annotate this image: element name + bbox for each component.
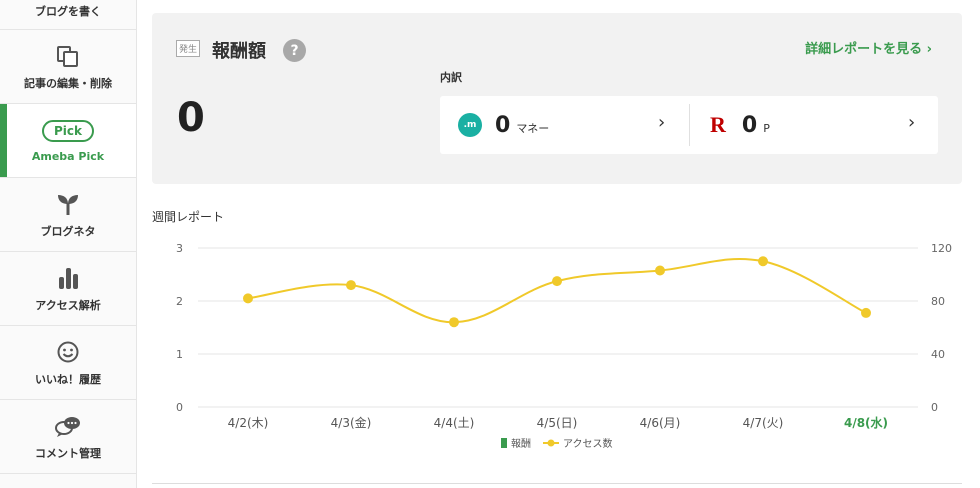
x-tick-label: 4/3(金) [331, 415, 372, 430]
sidebar-item-label: いいね！履歴 [35, 372, 101, 386]
sidebar-item-ameba-pick[interactable]: Pick Ameba Pick [0, 104, 136, 178]
sidebar-item-label: 記事の編集・削除 [24, 76, 112, 90]
y-left-tick-label: 0 [176, 401, 183, 414]
sprout-icon [55, 191, 81, 217]
y-right-tick-label: 40 [931, 348, 945, 361]
sidebar-item-label: コメント管理 [35, 446, 101, 460]
legend-label-reward: 報酬 [511, 438, 531, 450]
sidebar-item-label: ブログネタ [40, 224, 96, 238]
chevron-right-icon: › [908, 112, 916, 133]
weekly-chart: 0 1 2 3 0 40 80 120 4/2(木) 4/3(金) 4/4(土) 4/5(日) 4/6(… [176, 242, 952, 450]
legend-swatch-access-dot [547, 439, 555, 447]
breakdown-label: 内訳 [440, 71, 462, 84]
sidebar-item-label: Ameba Pick [31, 150, 105, 163]
weekly-report-title: 週間レポート [152, 210, 225, 224]
x-tick-label: 4/5(日) [537, 416, 578, 430]
legend-swatch-reward [501, 438, 507, 448]
data-point [655, 265, 665, 276]
help-icon[interactable]: ? [283, 39, 306, 62]
legend-label-access: アクセス数 [563, 437, 613, 450]
data-point [346, 280, 356, 291]
x-tick-label: 4/8(水) [844, 415, 888, 430]
status-badge: 発生 [176, 40, 201, 57]
data-point [758, 256, 768, 267]
x-tick-label: 4/4(土) [434, 416, 475, 430]
y-left-tick-label: 1 [176, 348, 183, 361]
chevron-right-icon: › [658, 112, 666, 133]
sidebar-item-like-history[interactable]: いいね！履歴 [0, 326, 136, 400]
y-right-tick-label: 80 [931, 295, 945, 308]
sidebar-item-comments[interactable]: コメント管理 [0, 400, 136, 474]
smiley-icon [56, 339, 80, 365]
divider [152, 483, 962, 484]
data-point [552, 276, 562, 287]
access-line [247, 257, 867, 324]
y-left-tick-label: 2 [176, 295, 183, 308]
x-tick-label: 4/6(月) [640, 416, 681, 430]
y-right-tick-label: 120 [931, 242, 952, 255]
breakdown-divider [689, 104, 690, 146]
sidebar-item-edit-articles[interactable]: 記事の編集・削除 [0, 30, 136, 104]
pick-pill: Pick [41, 120, 94, 142]
point-value: 0 [741, 112, 758, 138]
y-left-tick-label: 3 [176, 242, 183, 255]
bar-chart-icon [55, 265, 81, 291]
pick-icon: Pick [41, 118, 94, 144]
money-unit: マネー [516, 122, 550, 135]
sidebar-item-label: アクセス解析 [35, 298, 101, 312]
rakuten-icon: R [710, 112, 726, 137]
data-point [243, 293, 253, 304]
y-right-tick-label: 0 [931, 401, 938, 414]
money-value: 0 [495, 112, 511, 138]
sidebar-nav: ブログを書く 記事の編集・削除 Pick Ameba Pick ブログネタ アク… [0, 0, 137, 488]
breakdown-panel: .m 0 マネー › R 0 P › [440, 96, 938, 154]
sidebar-item-blog-neta[interactable]: ブログネタ [0, 178, 136, 252]
reward-card: 発生 報酬額 ? 詳細レポートを見る › 0 内訳 .m 0 マネー › R 0… [152, 13, 962, 184]
sidebar-item-write-blog[interactable]: ブログを書く [0, 0, 136, 30]
money-icon-text: .m [463, 120, 477, 130]
point-unit: P [763, 121, 770, 135]
documents-icon [55, 43, 81, 69]
reward-title: 報酬額 [212, 41, 266, 62]
breakdown-money[interactable]: .m 0 マネー › [458, 96, 688, 154]
sidebar-item-label: ブログを書く [35, 5, 101, 18]
x-tick-label: 4/2(木) [228, 416, 269, 430]
data-point [449, 317, 459, 328]
x-tick-label: 4/7(火) [743, 416, 784, 430]
breakdown-rakuten-point[interactable]: R 0 P › [710, 96, 930, 154]
detail-report-link[interactable]: 詳細レポートを見る › [805, 38, 932, 57]
main-content: 発生 報酬額 ? 詳細レポートを見る › 0 内訳 .m 0 マネー › R 0… [137, 0, 980, 488]
data-point [861, 307, 871, 318]
sidebar-item-access-analysis[interactable]: アクセス解析 [0, 252, 136, 326]
reward-amount: 0 [177, 95, 205, 141]
money-icon: .m [458, 113, 482, 137]
speech-bubbles-icon [54, 413, 82, 439]
